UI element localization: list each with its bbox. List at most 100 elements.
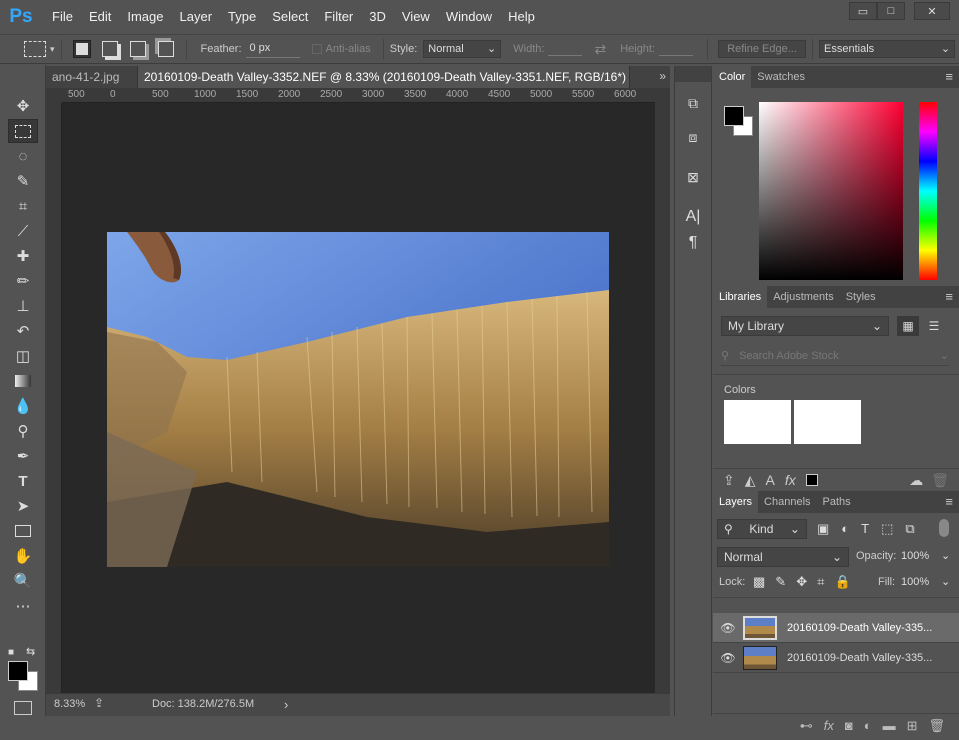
document-image[interactable] [107, 232, 609, 567]
ruler-origin[interactable] [46, 88, 62, 103]
crop-icon[interactable]: ⌗ [8, 194, 38, 218]
lock-all-icon[interactable]: 🔒 [834, 574, 850, 590]
layer-row[interactable]: 👁 20160109-Death Valley-335... [713, 613, 959, 643]
gradient-icon[interactable] [8, 369, 38, 393]
menu-file[interactable]: File [44, 0, 81, 34]
menu-3d[interactable]: 3D [361, 0, 394, 34]
workspace-dropdown[interactable]: Essentials ⌄ [819, 40, 956, 58]
filter-kind-dropdown[interactable]: ⚲ Kind ⌄ [717, 519, 807, 539]
tab-adjustments[interactable]: Adjustments [767, 286, 840, 308]
paragraph-icon[interactable]: ¶ [680, 230, 706, 256]
antialias-checkbox[interactable] [311, 44, 322, 54]
tab-paths[interactable]: Paths [817, 491, 857, 513]
type-tool-icon[interactable]: T [8, 469, 38, 493]
default-colors-icon[interactable]: ■ [8, 647, 14, 658]
menu-edit[interactable]: Edit [81, 0, 119, 34]
lock-artboard-icon[interactable]: ⌗ [817, 574, 824, 590]
move-tool-icon[interactable]: ✥ [8, 94, 38, 118]
new-selection-icon[interactable] [72, 40, 91, 58]
lock-position-icon[interactable]: ✥ [796, 574, 807, 590]
add-selection-icon[interactable] [101, 41, 118, 57]
type-filter-icon[interactable]: T [861, 521, 869, 537]
tabs-overflow-icon[interactable]: » [659, 69, 666, 83]
vertical-scrollbar[interactable] [655, 88, 670, 693]
properties-icon[interactable]: ⊠ [680, 164, 706, 190]
menu-image[interactable]: Image [119, 0, 171, 34]
pixel-filter-icon[interactable]: ▣ [817, 521, 829, 537]
panel-menu-icon[interactable]: ≡ [945, 66, 953, 88]
list-view-icon[interactable]: ☰ [923, 316, 945, 336]
tab-channels[interactable]: Channels [758, 491, 816, 513]
tab-layers[interactable]: Layers [713, 491, 759, 513]
chevron-down-icon[interactable]: ⌄ [941, 575, 950, 588]
foreground-color-swatch[interactable] [8, 661, 28, 681]
panel-menu-icon[interactable]: ≡ [945, 286, 953, 308]
blur-icon[interactable]: 💧 [8, 394, 38, 418]
add-text-icon[interactable]: A [766, 472, 775, 488]
smart-object-filter-icon[interactable]: ⧉ [905, 521, 914, 537]
fill-value[interactable]: 100% [901, 576, 929, 588]
creative-cloud-icon[interactable]: ☁ [909, 472, 923, 489]
menu-help[interactable]: Help [500, 0, 543, 34]
library-color-swatch[interactable] [794, 400, 861, 444]
stock-search[interactable]: ⚲ Search Adobe Stock ⌄ [721, 346, 949, 366]
blend-mode-dropdown[interactable]: Normal ⌄ [717, 547, 849, 567]
style-dropdown[interactable]: Normal ⌄ [423, 40, 502, 58]
eraser-icon[interactable]: ◫ [8, 344, 38, 368]
width-input[interactable] [548, 54, 583, 56]
refine-edge-button[interactable]: Refine Edge... [718, 40, 807, 58]
visibility-eye-icon[interactable]: 👁 [713, 621, 743, 635]
history-icon[interactable]: ⧉ [680, 90, 706, 116]
shape-filter-icon[interactable]: ⬚ [881, 521, 893, 537]
panel-menu-icon[interactable]: ≡ [945, 491, 953, 513]
tab-swatches[interactable]: Swatches [751, 66, 811, 88]
layer-row[interactable]: 👁 20160109-Death Valley-335... [713, 643, 959, 673]
dodge-icon[interactable]: ⚲ [8, 419, 38, 443]
vertical-ruler[interactable] [46, 103, 62, 693]
quick-selection-icon[interactable]: ✎ [8, 169, 38, 193]
subtract-selection-icon[interactable] [129, 41, 146, 57]
color-field[interactable] [759, 102, 903, 280]
healing-brush-icon[interactable]: ✚ [8, 244, 38, 268]
add-style-icon[interactable]: fx [785, 472, 796, 488]
opacity-value[interactable]: 100% [901, 550, 929, 562]
trash-icon[interactable]: 🗑 [931, 472, 949, 489]
menu-layer[interactable]: Layer [172, 0, 221, 34]
visibility-eye-icon[interactable]: 👁 [713, 651, 743, 665]
add-color-icon[interactable] [805, 474, 818, 486]
grid-view-icon[interactable]: ▦ [897, 316, 919, 336]
swap-colors-icon[interactable]: ⇆ [26, 645, 35, 658]
adjustment-layer-icon[interactable]: ◐ [864, 718, 872, 733]
menu-filter[interactable]: Filter [316, 0, 361, 34]
tab-color[interactable]: Color [713, 66, 752, 88]
share-icon[interactable]: ⇪ [94, 696, 104, 710]
menu-window[interactable]: Window [438, 0, 500, 34]
library-color-swatch[interactable] [724, 400, 791, 444]
zoom-level[interactable]: 8.33% [54, 698, 85, 710]
more-tools-icon[interactable]: ⋯ [8, 594, 38, 618]
rectangular-marquee-icon[interactable] [8, 119, 38, 143]
quick-mask-icon[interactable] [14, 701, 32, 715]
clone-stamp-icon[interactable]: ⊥ [8, 294, 38, 318]
color-foreground-swatch[interactable] [724, 106, 744, 126]
menu-type[interactable]: Type [220, 0, 264, 34]
menu-view[interactable]: View [394, 0, 438, 34]
height-input[interactable] [659, 54, 694, 56]
doc-tab-ano[interactable]: ano-41-2.jpg × [46, 66, 138, 106]
chevron-down-icon[interactable]: ⌄ [941, 549, 950, 562]
horizontal-ruler[interactable]: 500 0 500 1000 1500 2000 2500 3000 3500 … [62, 88, 655, 103]
marquee-preset-icon[interactable] [24, 41, 46, 57]
hand-icon[interactable]: ✋ [8, 544, 38, 568]
layer-name[interactable]: 20160109-Death Valley-335... [787, 652, 932, 664]
lock-transparent-icon[interactable]: ▩ [753, 574, 765, 590]
layer-style-icon[interactable]: fx [824, 718, 834, 733]
swap-arrows-icon[interactable]: ⇄ [594, 41, 606, 58]
lasso-icon[interactable]: ◌ [8, 144, 38, 168]
path-selection-icon[interactable]: ➤ [8, 494, 38, 518]
intersect-selection-icon[interactable] [157, 41, 174, 57]
filter-toggle[interactable] [939, 519, 949, 537]
chevron-down-icon[interactable]: ▾ [50, 44, 55, 55]
dock-header[interactable] [675, 66, 711, 82]
brush-icon[interactable]: ✏ [8, 269, 38, 293]
layer-mask-icon[interactable]: ◙ [845, 718, 853, 733]
